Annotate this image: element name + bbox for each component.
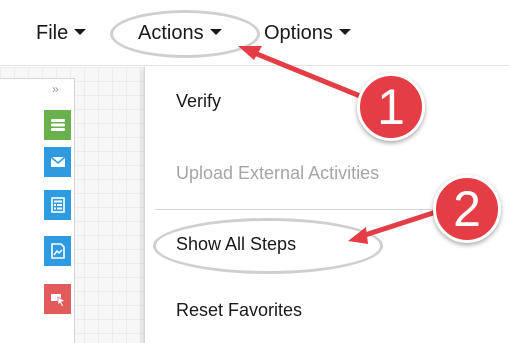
highlight-ellipse-show-all-steps	[153, 218, 383, 274]
menu-file-label: File	[36, 22, 69, 44]
menu-item-verify[interactable]: Verify	[176, 91, 221, 112]
menu-options[interactable]: Options	[264, 22, 351, 45]
tool-form-button[interactable]	[44, 190, 71, 220]
tool-email-button[interactable]	[44, 147, 71, 177]
menu-options-label: Options	[264, 22, 333, 44]
caret-down-icon	[338, 28, 351, 35]
tool-pointer-button[interactable]	[44, 284, 71, 314]
pointer-icon	[50, 294, 66, 307]
step-badge-1: 1	[357, 73, 425, 141]
tool-image-button[interactable]	[44, 236, 71, 266]
database-icon	[50, 119, 65, 131]
collapse-icon[interactable]: »	[52, 82, 59, 96]
menu-file[interactable]: File	[36, 22, 87, 45]
envelope-icon	[50, 156, 65, 167]
caret-down-icon	[74, 28, 87, 35]
tool-database-button[interactable]	[44, 110, 71, 140]
image-document-icon	[50, 243, 65, 259]
menu-item-reset-favorites[interactable]: Reset Favorites	[176, 300, 302, 321]
step-badge-2: 2	[433, 175, 501, 243]
form-icon	[50, 197, 65, 213]
menu-item-upload-external-activities: Upload External Activities	[176, 163, 380, 183]
highlight-ellipse-actions	[110, 10, 260, 58]
